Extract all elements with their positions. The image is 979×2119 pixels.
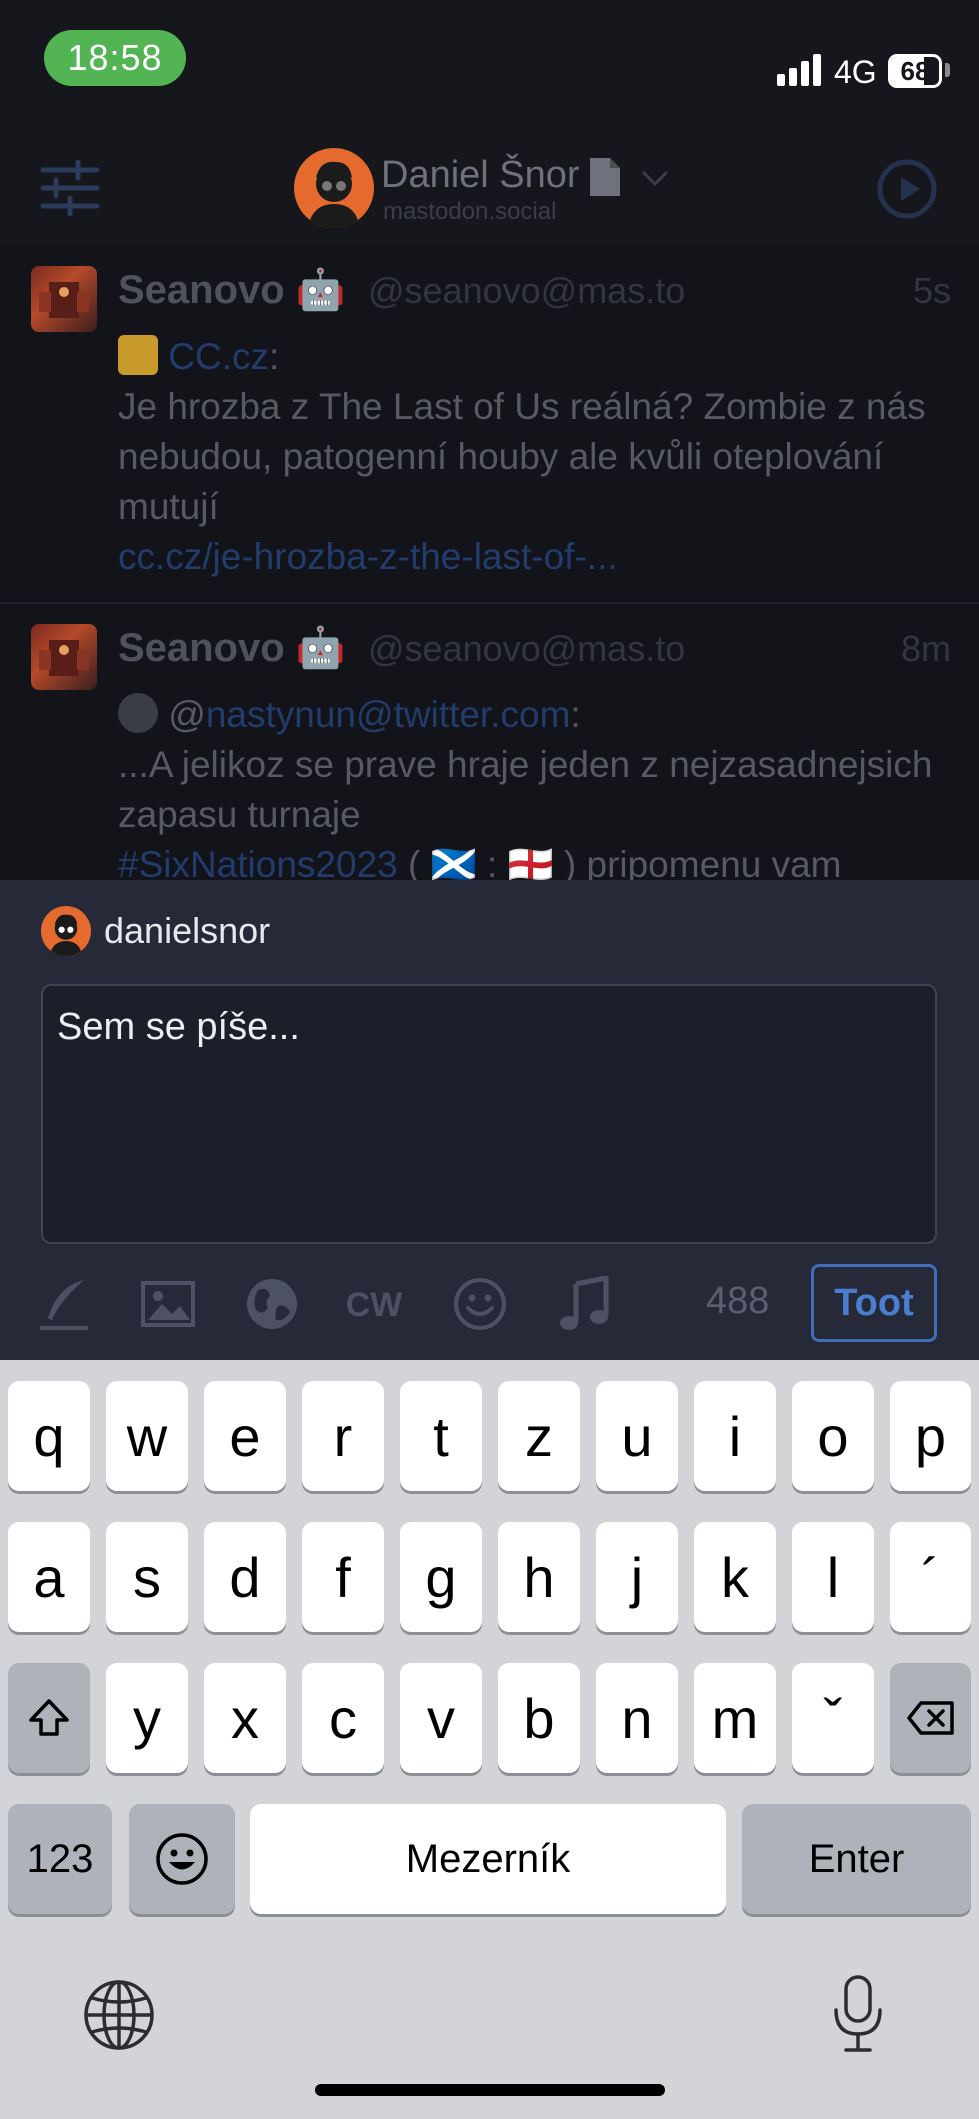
robot-avatar-icon [39, 282, 89, 318]
key-x[interactable]: x [204, 1663, 286, 1773]
emoji-key[interactable] [129, 1804, 235, 1914]
account-display-name[interactable]: Daniel Šnor [381, 154, 580, 197]
network-label: 4G [834, 54, 877, 90]
status-bar: 18:58 4G 68 [0, 0, 979, 130]
post-content: @nastynun@twitter.com: ...A jelikoz se p… [118, 690, 948, 880]
music-note-icon[interactable] [556, 1276, 612, 1332]
play-stream-icon[interactable] [876, 158, 938, 220]
image-upload-icon[interactable] [140, 1276, 196, 1332]
key-i[interactable]: i [694, 1381, 776, 1491]
key-w[interactable]: w [106, 1381, 188, 1491]
key-k[interactable]: k [694, 1522, 776, 1632]
home-indicator[interactable] [315, 2084, 665, 2096]
key-p[interactable]: p [890, 1381, 971, 1491]
key-u[interactable]: u [596, 1381, 678, 1491]
battery-indicator: 68 [888, 54, 942, 88]
post-author-name[interactable]: Seanovo 🤖 [118, 624, 346, 671]
key-q[interactable]: q [8, 1381, 90, 1491]
timeline-feed[interactable]: Seanovo 🤖 @seanovo@mas.to 5s CC.cz: Je h… [0, 246, 979, 880]
mention-link[interactable]: nastynun@twitter.com [206, 694, 571, 735]
key-f[interactable]: f [302, 1522, 384, 1632]
key-n[interactable]: n [596, 1663, 678, 1773]
post-timestamp: 8m [900, 628, 951, 669]
account-server: mastodon.social [383, 198, 557, 225]
key-b[interactable]: b [498, 1663, 580, 1773]
key-r[interactable]: r [302, 1381, 384, 1491]
post-avatar[interactable] [31, 624, 97, 690]
article-link[interactable]: cc.cz/je-hrozba-z-the-last-of-... [118, 532, 948, 582]
microphone-icon[interactable] [830, 1974, 886, 2054]
toot-button[interactable]: Toot [811, 1264, 937, 1342]
shift-arrow-icon [29, 1699, 69, 1736]
composer-avatar [41, 906, 91, 956]
signal-icon [777, 54, 821, 86]
key-v[interactable]: v [400, 1663, 482, 1773]
key-s[interactable]: s [106, 1522, 188, 1632]
post-text: ...A jelikoz se prave hraje jeden z nejz… [118, 744, 933, 835]
robot-avatar-icon [39, 640, 89, 676]
hashtag-link[interactable]: #SixNations2023 [118, 844, 398, 880]
account-avatar[interactable] [294, 148, 374, 228]
composer-username: danielsnor [104, 910, 271, 951]
key-j[interactable]: j [596, 1522, 678, 1632]
shift-key[interactable] [8, 1663, 90, 1773]
battery-percent: 68 [900, 55, 930, 86]
bird-emoji-icon [118, 693, 158, 733]
key-c[interactable]: c [302, 1663, 384, 1773]
space-key[interactable]: Mezerník [250, 1804, 726, 1914]
filter-sliders-icon[interactable] [40, 160, 100, 216]
key-m[interactable]: m [694, 1663, 776, 1773]
key-y[interactable]: y [106, 1663, 188, 1773]
avatar-silhouette-icon [308, 161, 360, 228]
status-time: 18:58 [44, 30, 186, 86]
robot-emoji-icon: 🤖 [295, 626, 346, 670]
key-l[interactable]: l [792, 1522, 874, 1632]
key-o[interactable]: o [792, 1381, 874, 1491]
book-emoji-icon [118, 335, 158, 375]
key-t[interactable]: t [400, 1381, 482, 1491]
post-text-after: ( 🏴󠁧󠁢󠁳󠁣󠁴󠁿 : 🏴󠁧󠁢󠁥󠁮󠁧󠁿 ) pripomenu vam [397, 844, 842, 880]
emoji-smiley-icon [156, 1833, 208, 1885]
status-post[interactable]: Seanovo 🤖 @seanovo@mas.to 5s CC.cz: Je h… [0, 246, 979, 602]
globe-icon[interactable] [82, 1978, 156, 2052]
compose-panel: danielsnor CW 488 Toot [0, 880, 979, 1360]
key-caron[interactable]: ˇ [792, 1663, 874, 1773]
post-author-name[interactable]: Seanovo 🤖 [118, 266, 346, 313]
character-counter: 488 [706, 1280, 770, 1322]
post-text: Je hrozba z The Last of Us reálná? Zombi… [118, 386, 926, 527]
content-warning-icon[interactable]: CW [346, 1276, 402, 1332]
chevron-down-icon[interactable] [640, 168, 670, 188]
post-author-handle[interactable]: @seanovo@mas.to [368, 628, 685, 670]
globe-visibility-icon[interactable] [244, 1276, 300, 1332]
status-post[interactable]: Seanovo 🤖 @seanovo@mas.to 8m @nastynun@t… [0, 604, 979, 880]
key-h[interactable]: h [498, 1522, 580, 1632]
mention-suffix: : [570, 694, 581, 735]
battery-tip [945, 63, 950, 77]
compose-text-input[interactable] [41, 984, 937, 1244]
source-suffix: : [269, 336, 280, 377]
key-a[interactable]: a [8, 1522, 90, 1632]
post-avatar[interactable] [31, 266, 97, 332]
cw-label: CW [346, 1286, 402, 1324]
enter-key[interactable]: Enter [742, 1804, 971, 1914]
key-z[interactable]: z [498, 1381, 580, 1491]
robot-emoji-icon: 🤖 [295, 268, 346, 312]
backspace-key[interactable] [890, 1663, 971, 1773]
key-g[interactable]: g [400, 1522, 482, 1632]
key-e[interactable]: e [204, 1381, 286, 1491]
post-timestamp: 5s [912, 270, 951, 311]
post-content: CC.cz: Je hrozba z The Last of Us reálná… [118, 332, 948, 582]
app-header: Daniel Šnor mastodon.social [0, 130, 979, 246]
emoji-picker-icon[interactable] [452, 1276, 508, 1332]
backspace-icon [906, 1701, 954, 1735]
avatar-silhouette-icon [49, 914, 83, 956]
document-icon [590, 158, 620, 196]
key-d[interactable]: d [204, 1522, 286, 1632]
key-acute-accent[interactable]: ´ [890, 1522, 971, 1632]
numbers-key[interactable]: 123 [8, 1804, 112, 1914]
mention-prefix: @ [168, 694, 206, 735]
quill-draft-icon[interactable] [36, 1276, 92, 1332]
post-author-handle[interactable]: @seanovo@mas.to [368, 270, 685, 312]
source-link[interactable]: CC.cz [168, 336, 269, 377]
